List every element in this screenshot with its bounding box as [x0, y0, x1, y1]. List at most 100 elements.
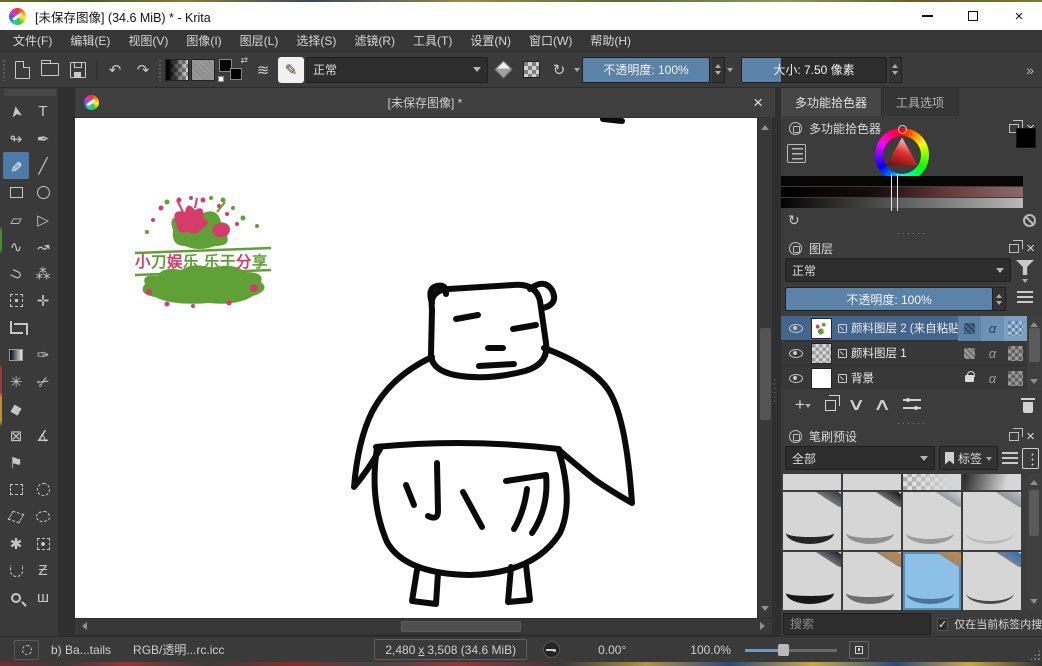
- layer-thumbnail[interactable]: [811, 318, 832, 339]
- tool-text[interactable]: T: [30, 98, 56, 125]
- tool-bezier-select[interactable]: [3, 557, 29, 584]
- blending-mode-dropdown[interactable]: 正常: [306, 57, 488, 83]
- menu-item-6[interactable]: 滤镜(R): [345, 30, 404, 52]
- opacity-spinner[interactable]: [712, 57, 725, 83]
- current-brush-name[interactable]: b) Ba...tails: [51, 643, 111, 657]
- menu-item-7[interactable]: 工具(T): [404, 30, 461, 52]
- toolbar-grip[interactable]: [2, 59, 7, 81]
- tool-polygon[interactable]: ▱: [3, 206, 29, 233]
- brush-preset-11[interactable]: [963, 552, 1021, 610]
- layer-properties-chip[interactable]: [1004, 341, 1027, 366]
- layer-lock-toggle[interactable]: [958, 366, 981, 391]
- brush-preset-2[interactable]: [903, 474, 961, 490]
- zoom-slider[interactable]: [745, 643, 837, 657]
- brush-preset-5[interactable]: [843, 492, 901, 550]
- tool-freehand-brush[interactable]: ✐: [3, 152, 29, 179]
- tool-polygon-select[interactable]: [3, 503, 29, 530]
- horizontal-scroll-thumb[interactable]: [401, 621, 521, 632]
- brush-preset-6[interactable]: [903, 492, 961, 550]
- canvas-rotation-dial-icon[interactable]: [543, 641, 560, 658]
- layer-opacity-spinner[interactable]: [993, 287, 1006, 311]
- menu-item-5[interactable]: 选择(S): [287, 30, 345, 52]
- color-wheel[interactable]: [875, 128, 929, 182]
- tool-smart-patch[interactable]: ✂: [30, 368, 56, 395]
- scroll-up-icon[interactable]: [1030, 476, 1038, 485]
- toolbar-overflow-button[interactable]: »: [1022, 62, 1038, 78]
- inherit-alpha-toggle[interactable]: [958, 341, 981, 366]
- image-dimensions-box[interactable]: 2,480 x 3,508 (34.6 MiB): [374, 639, 527, 660]
- brush-preset-8[interactable]: [783, 552, 841, 610]
- color-slider-marker[interactable]: [891, 174, 898, 211]
- tool-transform[interactable]: [3, 287, 29, 314]
- tool-reference-images[interactable]: ⚑: [3, 449, 29, 476]
- zoom-slider-handle[interactable]: [778, 644, 789, 656]
- vertical-scroll-thumb[interactable]: [760, 328, 771, 420]
- toolbar-grip[interactable]: [158, 59, 163, 81]
- float-panel-icon[interactable]: [1009, 244, 1019, 253]
- minimize-button[interactable]: [904, 2, 950, 30]
- tool-magnetic-select[interactable]: Ƶ: [30, 557, 56, 584]
- search-scope-checkbox[interactable]: ✓: [937, 618, 948, 631]
- tool-color-sampler[interactable]: ✑: [30, 341, 56, 368]
- toolbox-drag-handle[interactable]: [4, 89, 56, 96]
- brush-size-spinner[interactable]: [889, 57, 902, 83]
- open-document-button[interactable]: [37, 57, 63, 83]
- tool-edit-shapes[interactable]: ↬: [3, 125, 29, 152]
- preserve-alpha-button[interactable]: [518, 57, 544, 83]
- fit-zoom-button[interactable]: [849, 641, 869, 659]
- tool-assistants[interactable]: ⊠: [3, 422, 29, 449]
- tool-line[interactable]: ╱: [30, 152, 56, 179]
- brush-preset-chooser-button[interactable]: ≋: [250, 57, 276, 83]
- move-layer-up-button[interactable]: ∧: [864, 392, 901, 418]
- brush-preset-0[interactable]: [783, 474, 841, 490]
- brush-preset-7[interactable]: [963, 492, 1021, 550]
- tool-pattern-edit[interactable]: ✳: [3, 368, 29, 395]
- hue-knob[interactable]: [898, 125, 907, 134]
- layer-row-paint1[interactable]: 颜料图层 1 α: [781, 341, 1027, 366]
- tool-pan[interactable]: ш: [30, 584, 56, 611]
- layer-blending-mode-dropdown[interactable]: 正常: [785, 258, 1011, 282]
- brush-presets-header[interactable]: 笔刷预设 ×: [781, 424, 1042, 448]
- scroll-down-icon[interactable]: [1030, 599, 1038, 608]
- dock-splitter-handle[interactable]: ······: [772, 356, 780, 426]
- scroll-down-icon[interactable]: [761, 606, 769, 615]
- layer-row-paint2[interactable]: 颜料图层 2 (来自粘贴) α: [781, 316, 1027, 341]
- layer-properties-chip[interactable]: [1004, 316, 1027, 341]
- foreground-background-colors[interactable]: ⇄: [217, 57, 248, 83]
- menu-item-10[interactable]: 帮助(H): [581, 30, 640, 52]
- menu-item-3[interactable]: 图像(I): [177, 30, 230, 52]
- window-resize-grip[interactable]: [1029, 649, 1041, 661]
- document-close-button[interactable]: ×: [753, 94, 763, 111]
- undo-button[interactable]: ↶: [102, 57, 128, 83]
- color-slider-2[interactable]: [781, 187, 1023, 197]
- brush-scroll-thumb[interactable]: [1029, 490, 1039, 536]
- canvas[interactable]: 小刀娱乐 乐于分享: [75, 118, 757, 618]
- brush-preset-4[interactable]: [783, 492, 841, 550]
- inherit-alpha-toggle[interactable]: [958, 316, 981, 341]
- lock-icon[interactable]: [789, 430, 802, 443]
- canvas-vertical-scrollbar[interactable]: [757, 118, 772, 618]
- scroll-right-icon[interactable]: [760, 622, 769, 630]
- eraser-mode-button[interactable]: [490, 57, 516, 83]
- scroll-down-icon[interactable]: [1030, 379, 1038, 388]
- scroll-left-icon[interactable]: [78, 622, 87, 630]
- background-color-swatch[interactable]: [230, 68, 242, 80]
- brush-preset-1[interactable]: [843, 474, 901, 490]
- maximize-button[interactable]: [950, 2, 996, 30]
- layer-scroll-thumb[interactable]: [1029, 328, 1040, 362]
- default-colors-chip[interactable]: [218, 76, 224, 82]
- add-layer-button[interactable]: +: [789, 392, 817, 418]
- color-slider-3[interactable]: [781, 198, 1023, 208]
- canvas-angle-value[interactable]: 0.00°: [598, 643, 626, 657]
- tool-crop[interactable]: [3, 314, 29, 341]
- layer-thumbnail[interactable]: [811, 343, 832, 364]
- scroll-up-icon[interactable]: [1030, 318, 1038, 327]
- document-subwindow-titlebar[interactable]: [未保存图像] * ×: [75, 88, 775, 118]
- opacity-dropdown-icon[interactable]: [727, 68, 733, 75]
- brush-preset-3[interactable]: [963, 474, 1021, 490]
- tool-ellipse[interactable]: [30, 179, 56, 206]
- tool-measure[interactable]: ∡: [30, 422, 56, 449]
- scroll-up-icon[interactable]: [761, 121, 769, 130]
- tool-dynamic-brush[interactable]: ⊃: [3, 260, 29, 287]
- close-button[interactable]: ×: [996, 2, 1042, 30]
